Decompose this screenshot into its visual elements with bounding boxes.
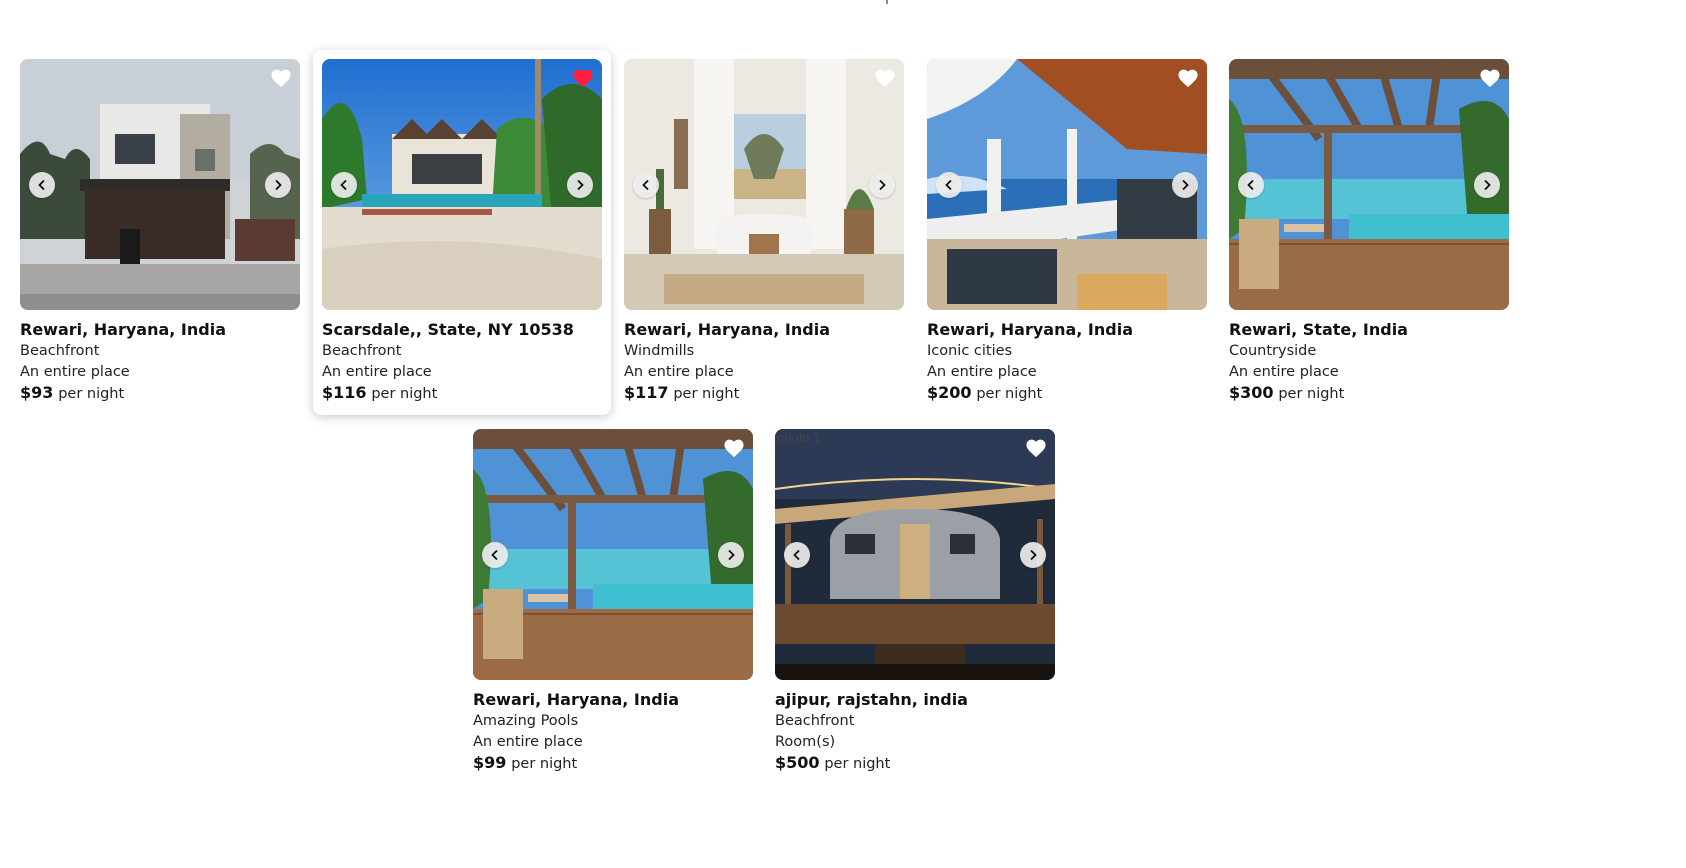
listing-card[interactable]: Rewari, State, India Countryside An enti… (1229, 59, 1509, 405)
listing-type: An entire place (927, 363, 1037, 380)
chevron-right-icon (577, 179, 584, 191)
listing-card[interactable]: Rewari, Haryana, India Iconic cities An … (927, 59, 1207, 405)
listing-category: Beachfront (20, 343, 100, 359)
resort-photo (322, 59, 602, 310)
listing-photo[interactable] (624, 59, 904, 310)
listing-category: Amazing Pools (473, 713, 579, 729)
next-photo-button[interactable] (1474, 172, 1500, 198)
next-photo-button[interactable] (869, 172, 895, 198)
listing-category: Beachfront (322, 343, 402, 359)
next-photo-button[interactable] (265, 172, 291, 198)
listing-photo[interactable] (1229, 59, 1509, 310)
favorite-heart-icon[interactable] (723, 438, 745, 458)
porch-photo (927, 59, 1207, 310)
broken-image-alt: photo 1 (777, 430, 821, 445)
listing-location: Scarsdale,, State, NY 10538 (322, 320, 574, 339)
previous-photo-button[interactable] (29, 172, 55, 198)
next-photo-button[interactable] (1020, 542, 1046, 568)
listing-type: An entire place (473, 733, 583, 750)
listing-price: $93 per night (20, 383, 125, 402)
previous-photo-button[interactable] (331, 172, 357, 198)
chevron-left-icon (491, 549, 498, 561)
house-photo (20, 59, 300, 310)
listing-category: Windmills (624, 343, 695, 359)
chevron-right-icon (1030, 549, 1037, 561)
listing-location: ajipur, rajstahn, india (775, 690, 968, 709)
listing-photo[interactable] (927, 59, 1207, 310)
listing-location: Rewari, Haryana, India (20, 320, 226, 339)
chevron-right-icon (879, 179, 886, 191)
listing-price: $117 per night (624, 383, 740, 402)
listing-card[interactable]: photo 1 ajipur, rajstahn, india Beachfro… (775, 429, 1055, 775)
favorite-heart-icon[interactable] (1177, 68, 1199, 88)
chevron-left-icon (793, 549, 800, 561)
previous-photo-button[interactable] (1238, 172, 1264, 198)
favorite-heart-icon[interactable] (572, 68, 594, 88)
pergola-pool-photo (1229, 59, 1509, 310)
listing-photo[interactable]: photo 1 (775, 429, 1055, 680)
listing-photo[interactable] (473, 429, 753, 680)
scroll-marker (886, 0, 888, 4)
bathroom-photo (624, 59, 904, 310)
chevron-left-icon (38, 179, 45, 191)
chevron-left-icon (340, 179, 347, 191)
previous-photo-button[interactable] (936, 172, 962, 198)
listing-price: $500 per night (775, 753, 891, 772)
pergola-pool-photo (473, 429, 753, 680)
listing-type: An entire place (624, 363, 734, 380)
previous-photo-button[interactable] (482, 542, 508, 568)
chevron-left-icon (1247, 179, 1254, 191)
chevron-right-icon (728, 549, 735, 561)
chevron-left-icon (945, 179, 952, 191)
listing-price: $99 per night (473, 753, 578, 772)
chevron-right-icon (275, 179, 282, 191)
previous-photo-button[interactable] (633, 172, 659, 198)
next-photo-button[interactable] (718, 542, 744, 568)
listing-category: Iconic cities (927, 343, 1013, 359)
chevron-left-icon (642, 179, 649, 191)
listing-card[interactable]: Rewari, Haryana, India Windmills An enti… (624, 59, 904, 405)
listing-price: $116 per night (322, 383, 438, 402)
trailer-photo (775, 429, 1055, 680)
previous-photo-button[interactable] (784, 542, 810, 568)
favorite-heart-icon[interactable] (1025, 438, 1047, 458)
next-photo-button[interactable] (567, 172, 593, 198)
listing-card[interactable]: Rewari, Haryana, India Beachfront An ent… (20, 59, 300, 405)
listing-photo[interactable] (322, 59, 602, 310)
listing-type: An entire place (1229, 363, 1339, 380)
favorite-heart-icon[interactable] (270, 68, 292, 88)
listings-page: Rewari, Haryana, India Beachfront An ent… (0, 0, 1686, 868)
chevron-right-icon (1484, 179, 1491, 191)
listing-type: An entire place (322, 363, 432, 380)
next-photo-button[interactable] (1172, 172, 1198, 198)
listing-type: An entire place (20, 363, 130, 380)
listing-location: Rewari, State, India (1229, 320, 1408, 339)
favorite-heart-icon[interactable] (874, 68, 896, 88)
listing-location: Rewari, Haryana, India (473, 690, 679, 709)
listing-type: Room(s) (775, 733, 836, 750)
listing-category: Beachfront (775, 713, 855, 729)
listing-price: $300 per night (1229, 383, 1345, 402)
favorite-heart-icon[interactable] (1479, 68, 1501, 88)
listing-category: Countryside (1229, 343, 1317, 359)
listing-location: Rewari, Haryana, India (927, 320, 1133, 339)
listing-price: $200 per night (927, 383, 1043, 402)
listing-card[interactable]: Rewari, Haryana, India Amazing Pools An … (473, 429, 753, 775)
listing-photo[interactable] (20, 59, 300, 310)
listing-card[interactable]: Scarsdale,, State, NY 10538 Beachfront A… (313, 50, 611, 415)
listing-location: Rewari, Haryana, India (624, 320, 830, 339)
chevron-right-icon (1182, 179, 1189, 191)
